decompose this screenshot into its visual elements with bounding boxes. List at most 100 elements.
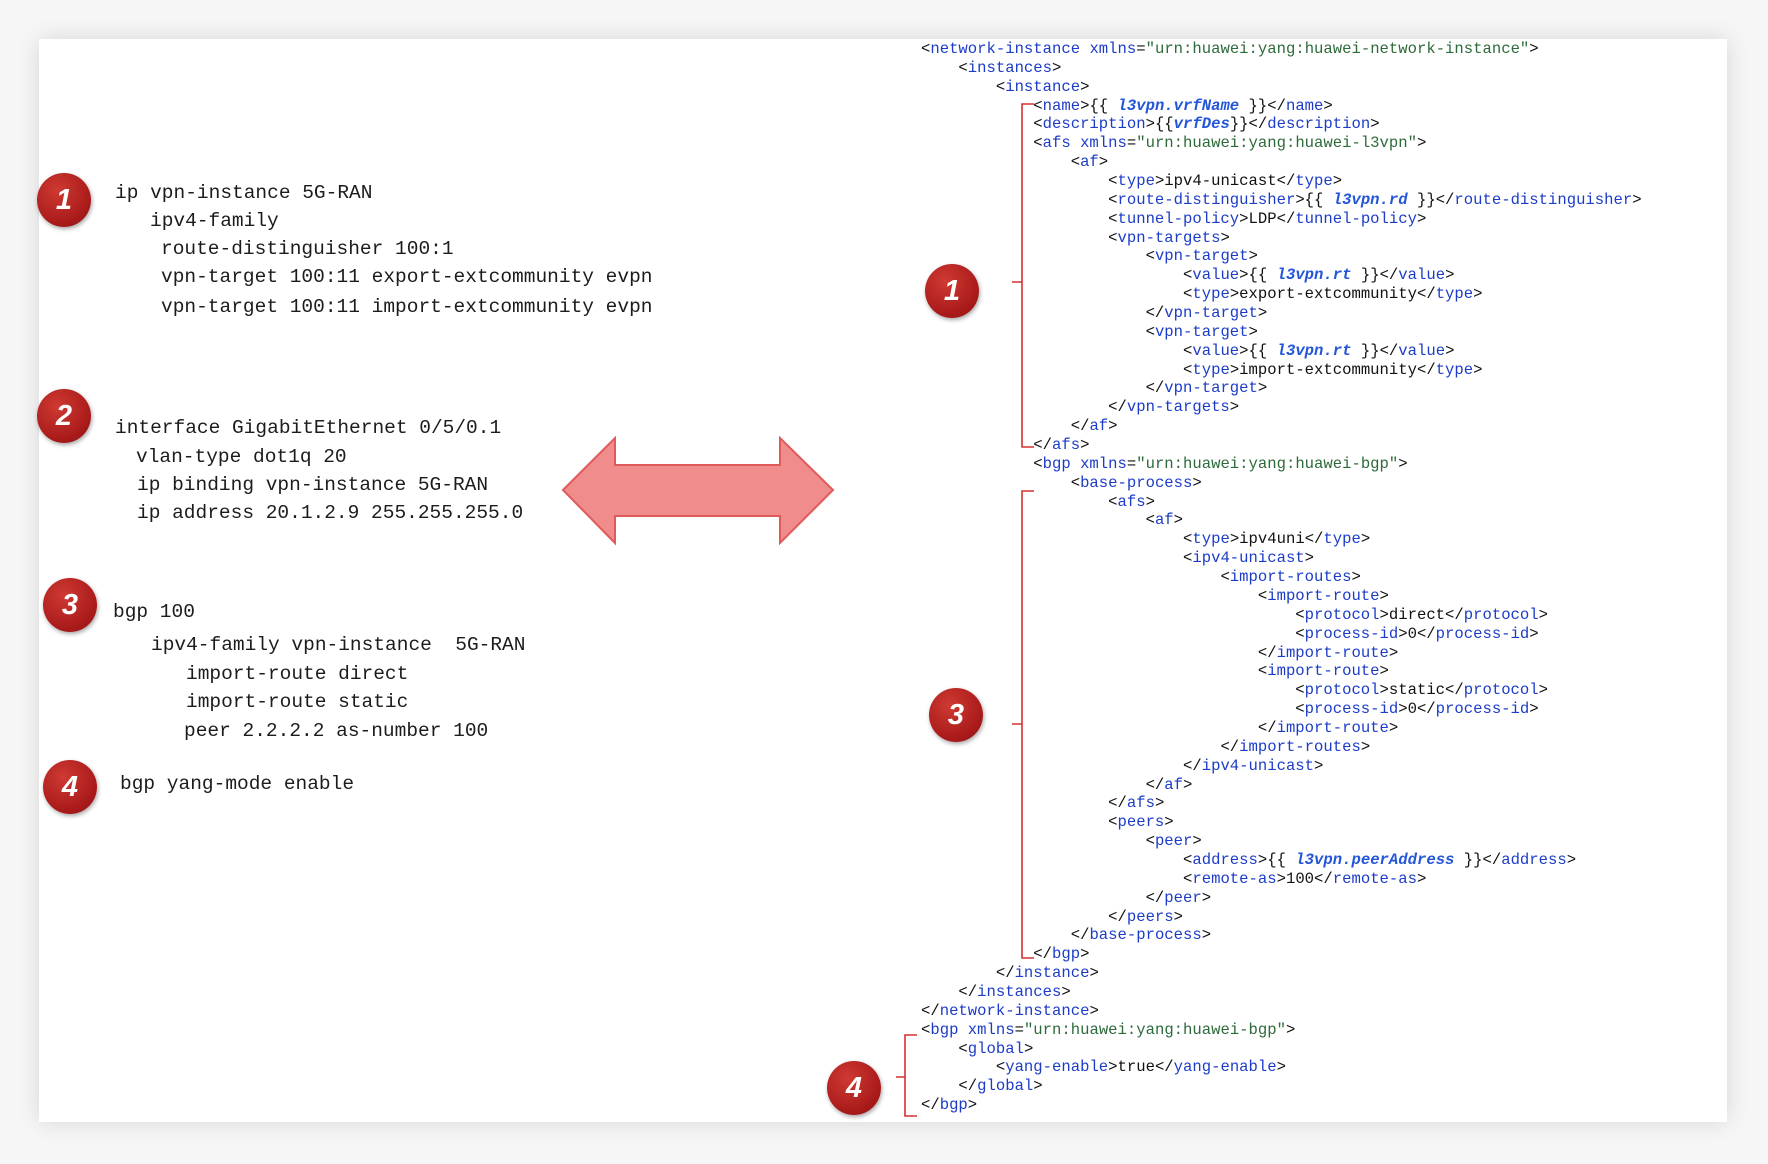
xml-line: <afs> [921,493,1642,512]
xml-tag-name: ipv4-unicast [1201,756,1315,775]
xml-line: <instances> [921,59,1642,78]
xml-punct: > [1239,209,1249,228]
xml-punct: </ [1220,737,1240,756]
xml-punct: </ [1145,379,1165,398]
xml-tag-name: af [1080,153,1099,172]
xml-punct: </ [921,1001,940,1020]
xml-line: <process-id>0</process-id> [921,700,1642,719]
xml-punct: }} [1229,115,1249,134]
xml-punct: > [1089,964,1099,983]
xml-tag-name: network-instance [939,1001,1090,1020]
xml-punct: < [1033,115,1043,134]
step-badge-2: 2 [37,389,91,443]
xml-punct: > [1080,436,1090,455]
cli-line: route-distinguisher 100:1 [161,238,454,260]
xml-line: <ipv4-unicast> [921,549,1642,568]
xml-punct: > [1276,869,1286,888]
xml-punct: </ [958,982,978,1001]
xml-punct: < [1108,813,1118,832]
xml-punct: </ [1070,926,1090,945]
xml-punct: < [1183,360,1193,379]
xml-attr-name: xmlns [1080,454,1127,473]
xml-line: <vpn-targets> [921,229,1642,248]
xml-punct: > [1257,850,1268,869]
xml-line: <peer> [921,832,1642,851]
xml-line: <af> [921,511,1642,530]
xml-punct: </ [921,1096,940,1115]
xml-tag-name: name [1042,96,1081,115]
xml-tag-name: base-process [1089,926,1202,945]
xml-tag-name: peer [1154,832,1193,851]
xml-text [1071,134,1080,152]
xml-tag-name: import-route [1276,718,1389,737]
xml-punct: > [1192,473,1202,492]
xml-line: </vpn-target> [921,379,1642,398]
xml-punct: < [1295,700,1305,719]
xml-line: <import-route> [921,587,1642,606]
xml-punct: {{ [1304,190,1333,209]
xml-tag-name: protocol [1463,681,1539,700]
xml-punct: > [1108,417,1118,436]
xml-line: </import-route> [921,644,1642,663]
xml-punct: > [1248,322,1258,341]
xml-line: <global> [921,1040,1642,1059]
xml-punct: }} [1351,341,1380,360]
xml-tag-name: bgp [930,1020,959,1039]
xml-punct: > [1473,360,1483,379]
xml-punct: < [958,58,968,77]
xml-punct: </ [1145,888,1165,907]
cli-line: ip address 20.1.2.9 255.255.255.0 [137,502,524,524]
xml-punct: > [1379,605,1389,624]
xml-punct: < [995,77,1006,96]
xml-punct: > [1061,982,1071,1001]
xml-text: LDP [1248,209,1277,228]
xml-line: </peers> [921,908,1642,927]
xml-tag-name: tunnel-policy [1295,209,1417,228]
xml-tag-name: afs [1042,134,1071,153]
xml-punct: = [1014,1020,1024,1039]
xml-tag-name: af [1164,775,1184,794]
xml-punct: = [1126,454,1137,473]
xml-punct: > [1154,794,1165,813]
xml-tag-name: address [1192,850,1258,869]
xml-punct: </ [1482,850,1502,869]
xml-attr-value: "urn:huawei:yang:huawei-network-instance… [1145,40,1530,58]
xml-punct: </ [1108,907,1127,926]
xml-punct: > [1314,756,1324,775]
xml-text: 0 [1407,700,1417,719]
xml-attr-name: xmlns [1080,134,1127,153]
xml-tag-name: yang-enable [1173,1058,1277,1077]
xml-tag-name: vpn-target [1154,322,1249,341]
xml-punct: </ [1416,700,1436,719]
xml-punct: > [1164,813,1174,832]
xml-punct: {{ [1089,96,1118,115]
xml-template-var: vrfDes [1173,115,1230,134]
xml-punct: > [1220,228,1230,247]
xml-line: <route-distinguisher>{{ l3vpn.rd }}</rou… [921,190,1641,210]
xml-line: </bgp> [921,1096,1642,1115]
xml-punct: < [1070,153,1081,172]
xml-punct: > [1379,662,1389,681]
xml-punct: < [1145,511,1155,530]
xml-punct: </ [1267,96,1286,115]
xml-text [1071,455,1080,473]
xml-punct: {{ [1248,266,1277,285]
xml-punct: < [1033,96,1043,115]
xml-punct: > [1080,945,1090,964]
xml-tag-name: yang-enable [1005,1058,1109,1077]
xml-punct: > [1183,775,1193,794]
xml-tag-name: afs [1126,794,1155,813]
xml-badge-4: 4 [827,1061,881,1115]
xml-punct: > [1173,511,1184,530]
xml-punct: < [1033,134,1043,153]
xml-tag-name: bgp [1042,454,1071,473]
xml-line: </afs> [921,436,1642,455]
xml-punct: }} [1407,190,1436,209]
xml-punct: > [1239,341,1249,360]
xml-line: <peers> [921,813,1642,832]
xml-tag-name: value [1192,341,1240,360]
xml-punct: > [1529,624,1539,643]
xml-punct: </ [1379,266,1399,285]
xml-punct: > [1416,209,1427,228]
xml-line: </af> [921,417,1642,436]
